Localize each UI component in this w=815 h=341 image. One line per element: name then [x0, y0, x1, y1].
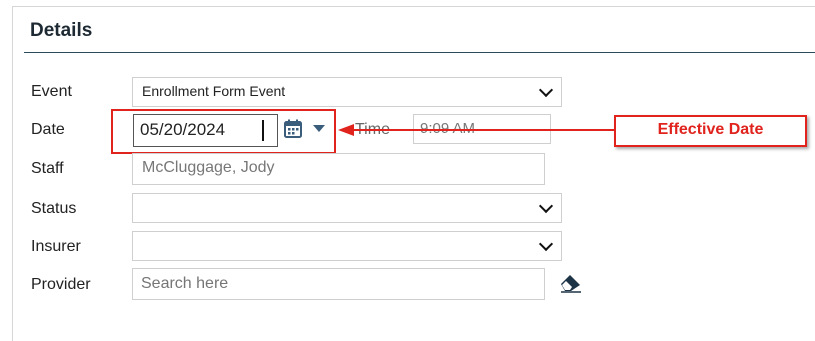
chevron-down-icon — [538, 82, 554, 98]
event-label: Event — [31, 83, 72, 100]
event-select-value: Enrollment Form Event — [142, 83, 286, 99]
staff-input-value: McCluggage, Jody — [142, 159, 275, 176]
title-divider — [24, 52, 815, 53]
date-highlight-box — [111, 109, 336, 154]
chevron-down-icon — [538, 198, 554, 214]
event-select[interactable]: Enrollment Form Event — [132, 77, 562, 107]
date-label: Date — [31, 121, 65, 138]
effective-date-annotation: Effective Date — [614, 115, 807, 147]
provider-label: Provider — [31, 276, 91, 293]
staff-input[interactable]: McCluggage, Jody — [132, 153, 545, 185]
insurer-select[interactable] — [132, 231, 562, 261]
status-label: Status — [31, 200, 77, 217]
section-title: Details — [30, 20, 93, 41]
chevron-down-icon — [538, 236, 554, 252]
eraser-icon[interactable] — [559, 273, 583, 293]
provider-search-input[interactable] — [132, 268, 545, 300]
status-select[interactable] — [132, 193, 562, 223]
staff-label: Staff — [31, 160, 64, 177]
insurer-label: Insurer — [31, 238, 81, 255]
arrow-icon — [338, 124, 616, 136]
